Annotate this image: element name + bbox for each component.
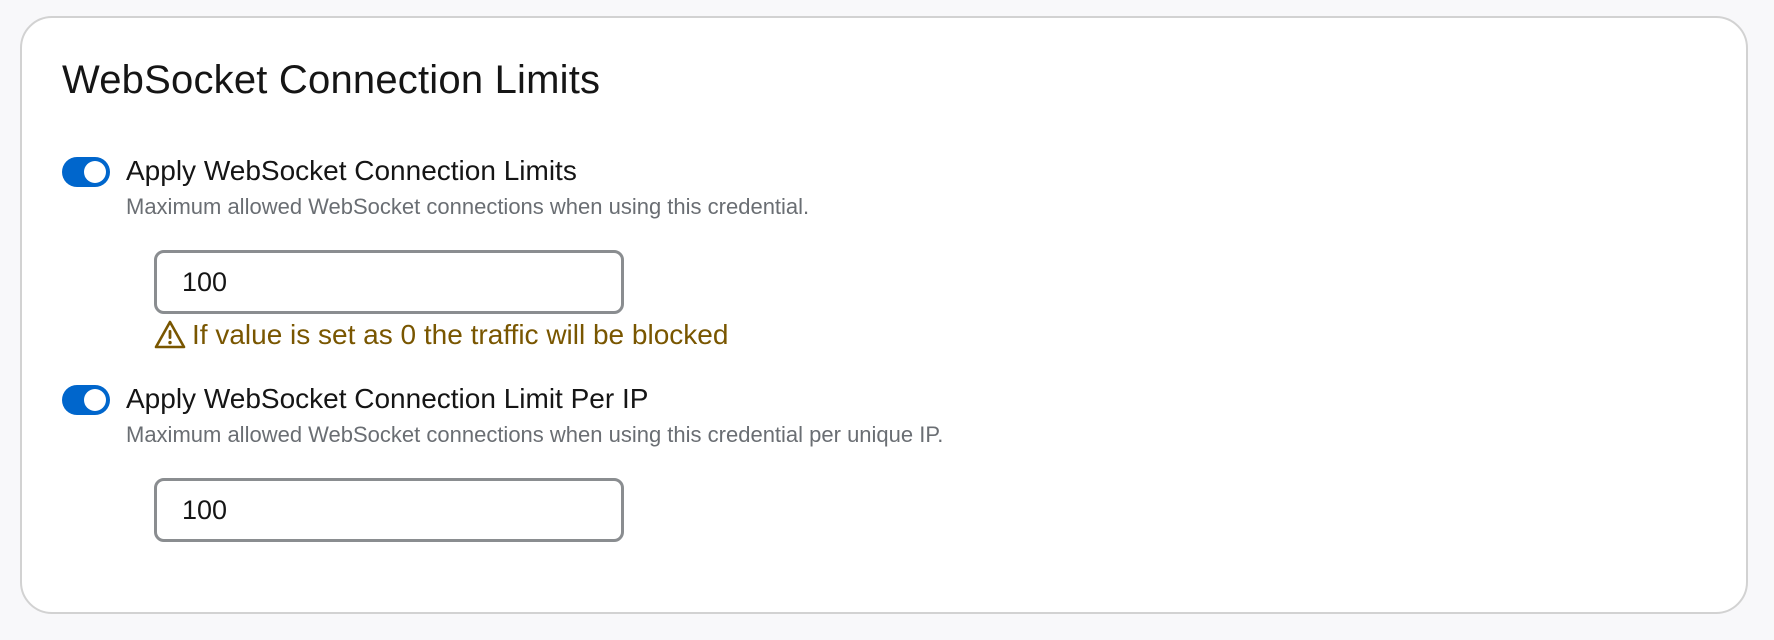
connection-limit-per-ip-toggle[interactable] [62,385,110,415]
connection-limit-per-ip-label: Apply WebSocket Connection Limit Per IP [126,383,649,414]
connection-limits-warning: If value is set as 0 the traffic will be… [154,317,728,353]
connection-limits-description: Maximum allowed WebSocket connections wh… [126,194,810,219]
toggle-knob [84,389,106,411]
toggle-knob [84,161,106,183]
warning-triangle-icon [154,320,186,349]
websocket-limits-card: WebSocket Connection Limits Apply WebSoc… [20,16,1748,614]
connection-limit-per-ip-input[interactable] [154,478,624,542]
connection-limits-input[interactable] [154,250,624,314]
card-title: WebSocket Connection Limits [62,58,601,102]
connection-limits-label: Apply WebSocket Connection Limits [126,155,577,186]
connection-limit-per-ip-description: Maximum allowed WebSocket connections wh… [126,422,944,447]
connection-limits-toggle[interactable] [62,157,110,187]
warning-text: If value is set as 0 the traffic will be… [192,319,729,350]
